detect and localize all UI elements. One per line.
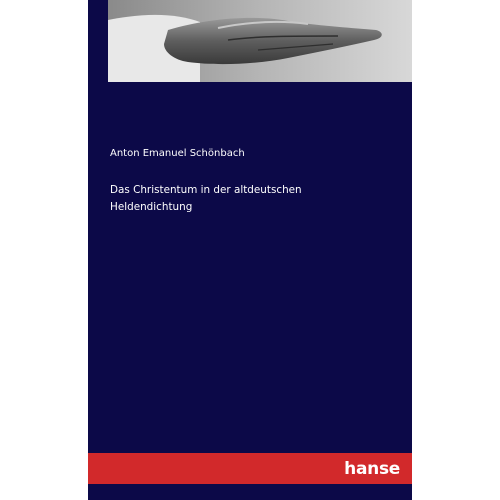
publisher-logo: hanse [344,459,400,479]
hand-photo [108,0,412,82]
title-line-1: Das Christentum in der altdeutschen [110,184,302,196]
bottom-strip [88,484,412,500]
author-name: Anton Emanuel Schönbach [110,148,245,159]
book-cover: Anton Emanuel Schönbach Das Christentum … [88,0,412,500]
page: Anton Emanuel Schönbach Das Christentum … [0,0,500,500]
title-line-2: Heldendichtung [110,201,193,213]
cover-panel [88,89,412,453]
book-title: Das Christentum in der altdeutschen Held… [110,182,390,216]
